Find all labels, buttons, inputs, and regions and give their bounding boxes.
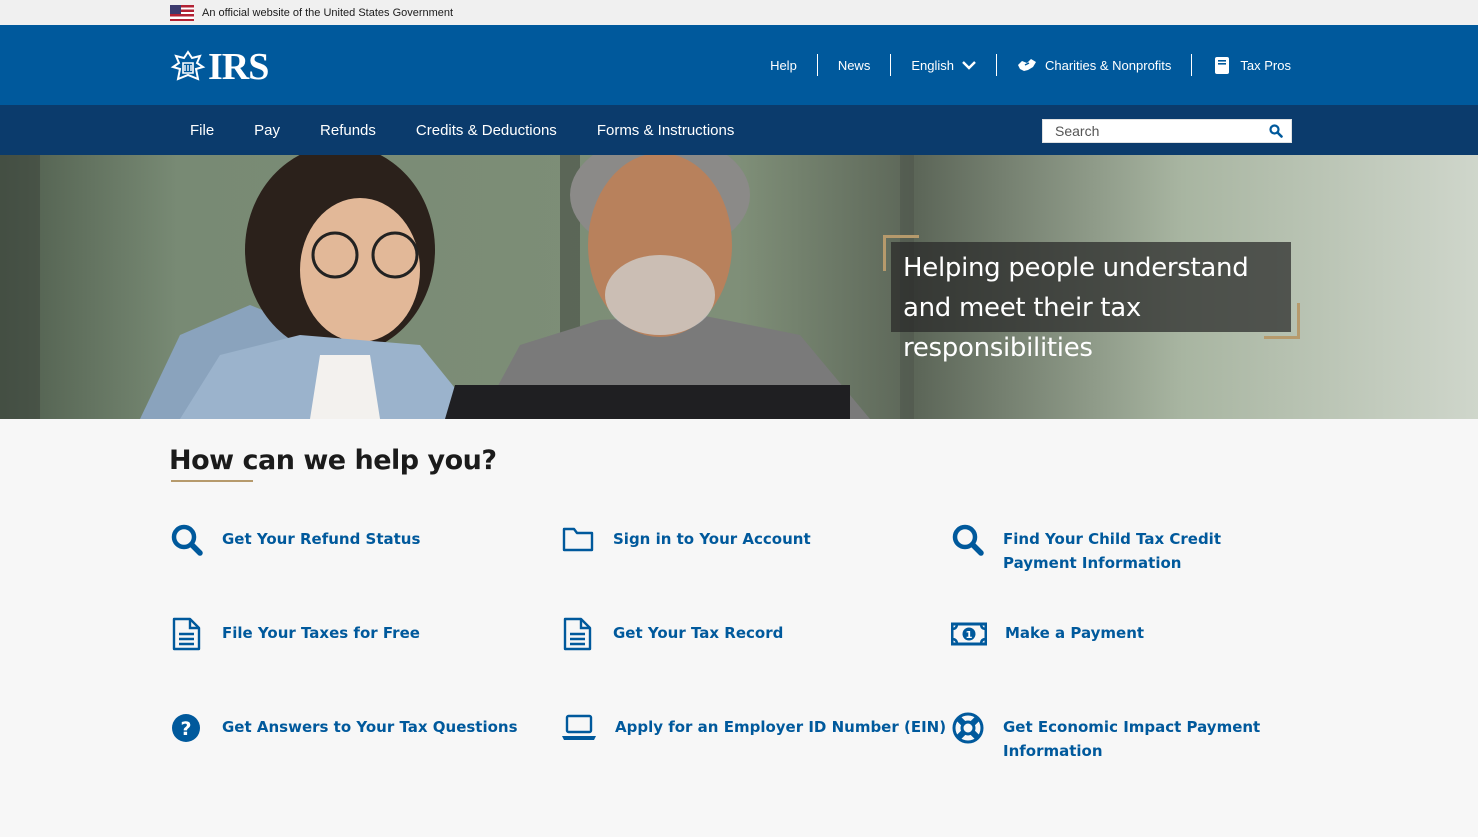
help-link[interactable]: Help	[750, 54, 817, 76]
tax-pros-link[interactable]: Tax Pros	[1191, 54, 1291, 76]
tile-label: Get Your Refund Status	[222, 530, 421, 548]
tile-label: Make a Payment	[1005, 624, 1145, 642]
search-icon	[1269, 124, 1283, 138]
search-button[interactable]	[1261, 120, 1291, 142]
logo-text: IRS	[208, 46, 269, 88]
search-form	[1042, 119, 1292, 143]
utility-nav: Help News English Charities & Nonprofits…	[750, 25, 1291, 105]
search-icon	[952, 524, 984, 556]
main-nav: File Pay Refunds Credits & Deductions Fo…	[0, 105, 1478, 155]
eagle-logo-icon	[170, 50, 206, 81]
tax-pros-label: Tax Pros	[1240, 57, 1291, 73]
tile-tax-questions[interactable]: ? Get Answers to Your Tax Questions	[170, 714, 518, 745]
site-header: IRS Help News English Charities & Nonpro…	[0, 25, 1478, 105]
tile-label: Apply for an Employer ID Number (EIN)	[615, 718, 947, 736]
chevron-down-icon	[962, 61, 976, 70]
laptop-icon	[562, 714, 596, 740]
tile-tax-record[interactable]: Get Your Tax Record	[561, 617, 784, 651]
us-flag-icon	[170, 4, 194, 21]
search-icon	[171, 524, 203, 556]
money-icon: 1	[951, 622, 987, 646]
help-link-label: Help	[770, 57, 797, 73]
svg-text:?: ?	[180, 718, 191, 740]
help-heading: How can we help you?	[169, 445, 497, 476]
document-icon	[563, 617, 592, 651]
tile-apply-ein[interactable]: Apply for an Employer ID Number (EIN)	[561, 714, 947, 745]
svg-text:1: 1	[966, 630, 973, 641]
tile-economic-impact-payment[interactable]: Get Economic Impact Payment Information	[951, 712, 1261, 763]
irs-logo[interactable]: IRS	[170, 46, 269, 88]
tile-label: Sign in to Your Account	[613, 530, 811, 548]
help-section: How can we help you? Get Your Refund Sta…	[0, 419, 1478, 837]
nav-credits-deductions[interactable]: Credits & Deductions	[396, 105, 577, 155]
nav-pay[interactable]: Pay	[234, 105, 300, 155]
tile-label: Get Your Tax Record	[613, 624, 784, 642]
tile-make-payment[interactable]: 1 Make a Payment	[951, 621, 1144, 651]
hero-caption: Helping people understand and meet their…	[891, 242, 1291, 363]
tile-sign-in-account[interactable]: Sign in to Your Account	[561, 527, 811, 557]
news-link-label: News	[837, 57, 871, 73]
tile-file-free[interactable]: File Your Taxes for Free	[170, 617, 420, 651]
search-input[interactable]	[1043, 120, 1261, 142]
gov-banner: An official website of the United States…	[0, 0, 1478, 25]
nav-file[interactable]: File	[170, 105, 234, 155]
nav-forms-instructions[interactable]: Forms & Instructions	[577, 105, 755, 155]
folder-icon	[562, 527, 594, 552]
handshake-icon	[1017, 59, 1036, 71]
charities-link[interactable]: Charities & Nonprofits	[995, 54, 1191, 76]
book-icon	[1215, 57, 1230, 74]
gov-banner-text: An official website of the United States…	[202, 6, 454, 19]
nav-refunds[interactable]: Refunds	[300, 105, 396, 155]
charities-label: Charities & Nonprofits	[1044, 57, 1172, 73]
news-link[interactable]: News	[816, 54, 891, 76]
heading-underline	[171, 480, 253, 482]
tile-label: Get Economic Impact Payment Information	[1003, 718, 1261, 760]
lifebuoy-icon	[952, 712, 984, 744]
document-icon	[172, 617, 201, 651]
language-label: English	[911, 57, 954, 73]
tile-label: Find Your Child Tax Credit Payment Infor…	[1003, 530, 1221, 572]
hero-caption-text: Helping people understand and meet their…	[903, 253, 1249, 363]
tile-child-tax-credit[interactable]: Find Your Child Tax Credit Payment Infor…	[951, 524, 1271, 575]
question-icon: ?	[172, 714, 200, 742]
tile-label: Get Answers to Your Tax Questions	[222, 718, 518, 736]
language-dropdown[interactable]: English	[890, 54, 996, 76]
tile-refund-status[interactable]: Get Your Refund Status	[170, 524, 421, 557]
tile-label: File Your Taxes for Free	[222, 624, 420, 642]
